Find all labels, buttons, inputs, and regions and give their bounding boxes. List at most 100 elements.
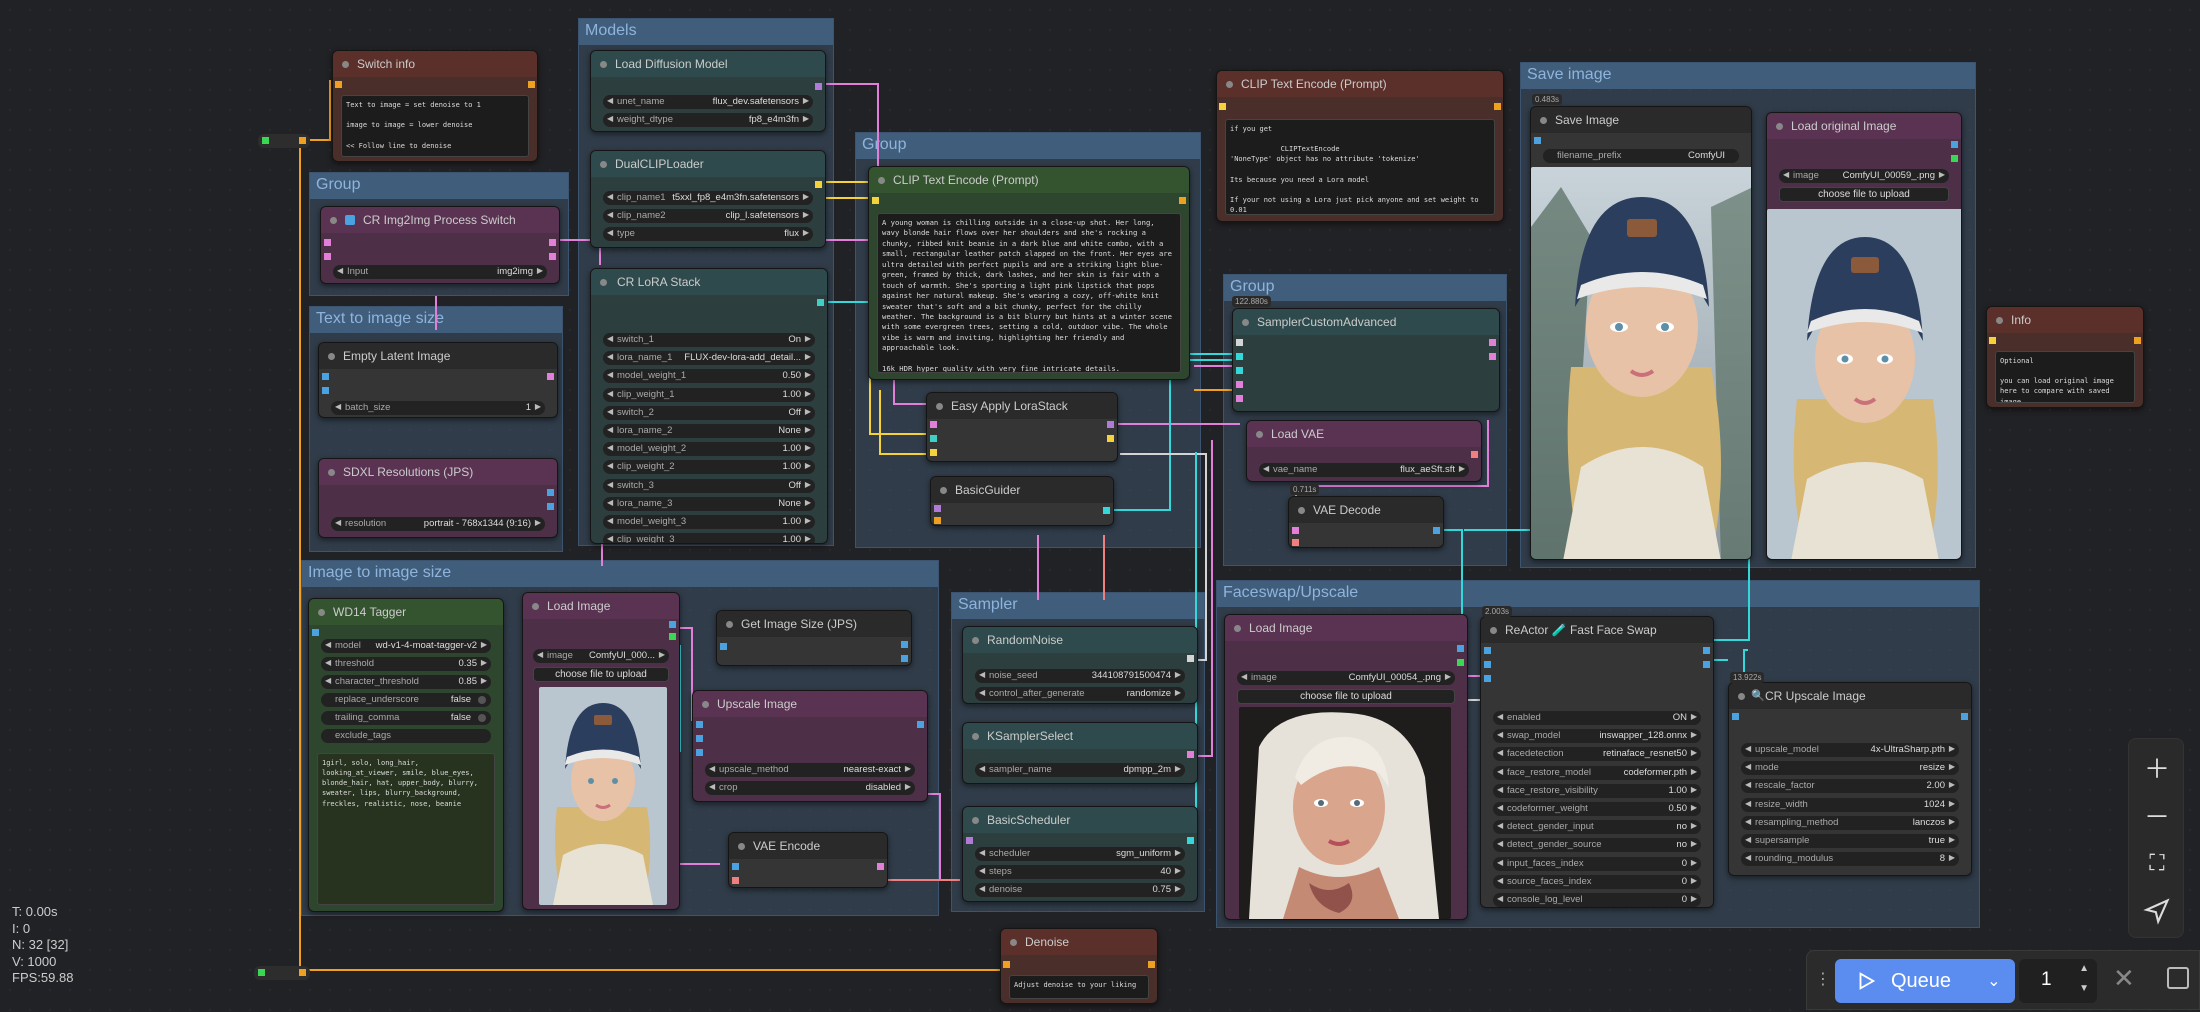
upscale-method-select[interactable]: upscale_methodnearest-exact <box>705 763 915 777</box>
node-cr-img2img-switch[interactable]: CR Img2Img Process Switch Inputimg2img <box>320 206 560 284</box>
widget-lora-name-1[interactable]: lora_name_1FLUX-dev-lora-add_detail... <box>603 351 815 366</box>
node-load-image-i2i[interactable]: Load Image imageComfyUI_000... choose fi… <box>522 592 680 910</box>
trailing-comma-toggle[interactable]: trailing_comma false <box>321 711 491 725</box>
widget-rounding-modulus[interactable]: rounding_modulus8 <box>1741 852 1959 867</box>
widget-enabled[interactable]: enabledON <box>1493 711 1701 725</box>
node-vae-encode[interactable]: VAE Encode <box>728 832 888 888</box>
tags-output[interactable]: 1girl, solo, long_hair, looking_at_viewe… <box>317 753 495 905</box>
increment-icon[interactable]: ▲ <box>2079 963 2089 974</box>
batch-size-input[interactable]: batch_size1 <box>331 401 545 415</box>
widget-model-weight-3[interactable]: model_weight_31.00 <box>603 515 815 529</box>
drag-handle[interactable]: ⋮ <box>1815 969 1831 989</box>
widget-clip-weight-2[interactable]: clip_weight_21.00 <box>603 460 815 475</box>
widget-input-faces-index[interactable]: input_faces_index0 <box>1493 856 1701 871</box>
tagger-model-select[interactable]: modelwd-v1-4-moat-tagger-v2 <box>321 639 491 653</box>
node-random-noise[interactable]: RandomNoise noise_seed344108791500474 co… <box>962 626 1198 704</box>
widget-switch-2[interactable]: switch_2Off <box>603 405 815 420</box>
widget-console-log-level[interactable]: console_log_level0 <box>1493 893 1701 907</box>
node-load-diffusion-model[interactable]: Load Diffusion Model unet_nameflux_dev.s… <box>590 50 826 132</box>
node-switch-info[interactable]: Switch info Text to image = set denoise … <box>332 50 538 162</box>
widget-mode[interactable]: moderesize <box>1741 761 1959 776</box>
node-sampler-custom-advanced[interactable]: SamplerCustomAdvanced <box>1232 308 1500 412</box>
saved-image-preview[interactable] <box>1531 167 1751 559</box>
reroute-bottom[interactable] <box>254 966 310 980</box>
node-reactor-fast-face-swap[interactable]: ReActor 🧪 Fast Face Swap enabledON swap_m… <box>1480 616 1714 908</box>
clip-type-select[interactable]: typeflux <box>603 227 813 241</box>
fit-view-button[interactable]: ⛶ <box>2129 839 2185 887</box>
widget-source-faces-index[interactable]: source_faces_index0 <box>1493 874 1701 889</box>
node-clip-note[interactable]: CLIP Text Encode (Prompt) if you get CLI… <box>1216 70 1504 222</box>
queue-button[interactable]: Queue ⌄ <box>1835 959 2015 1003</box>
reroute-top[interactable] <box>258 134 310 148</box>
replace-underscore-toggle[interactable]: replace_underscore false <box>321 693 491 707</box>
chevron-down-icon[interactable]: ⌄ <box>1987 971 2000 991</box>
node-basic-guider[interactable]: BasicGuider <box>930 476 1114 526</box>
widget-supersample[interactable]: supersampletrue <box>1741 834 1959 848</box>
node-sdxl-resolutions[interactable]: SDXL Resolutions (JPS) resolutionportrai… <box>318 458 558 538</box>
node-basic-scheduler[interactable]: BasicScheduler schedulersgm_uniform step… <box>962 806 1198 902</box>
node-empty-latent-image[interactable]: Empty Latent Image batch_size1 <box>318 342 558 418</box>
node-wd14-tagger[interactable]: WD14 Tagger modelwd-v1-4-moat-tagger-v2 … <box>308 598 504 912</box>
widget-model-weight-1[interactable]: model_weight_10.50 <box>603 369 815 384</box>
widget-lora-name-2[interactable]: lora_name_2None <box>603 424 815 438</box>
node-ksampler-select[interactable]: KSamplerSelect sampler_namedpmpp_2m <box>962 722 1198 784</box>
steps-input[interactable]: steps40 <box>975 865 1185 879</box>
denoise-input[interactable]: denoise0.75 <box>975 883 1185 897</box>
filename-prefix-input[interactable]: filename_prefix ComfyUI <box>1543 149 1739 163</box>
weight-dtype-select[interactable]: weight_dtypefp8_e4m3fn <box>603 113 813 127</box>
input-mode-select[interactable]: Inputimg2img <box>333 265 547 279</box>
scheduler-select[interactable]: schedulersgm_uniform <box>975 847 1185 861</box>
node-easy-apply-lorastack[interactable]: Easy Apply LoraStack <box>926 392 1118 462</box>
widget-face-restore-visibility[interactable]: face_restore_visibility1.00 <box>1493 783 1701 798</box>
note-text[interactable]: Text to image = set denoise to 1 image t… <box>341 95 529 157</box>
node-save-image[interactable]: Save Image filename_prefix ComfyUI <box>1530 106 1752 560</box>
vae-name-select[interactable]: vae_nameflux_aeSft.sft <box>1259 463 1469 477</box>
widget-clip-weight-3[interactable]: clip_weight_31.00 <box>603 533 815 543</box>
zoom-in-button[interactable]: ＋ <box>2129 743 2185 791</box>
clip-name2-select[interactable]: clip_name2clip_l.safetensors <box>603 209 813 223</box>
crop-select[interactable]: cropdisabled <box>705 781 915 795</box>
node-cr-lora-stack[interactable]: CR LoRA Stack switch_1On lora_name_1FLUX-… <box>590 268 828 544</box>
widget-rescale-factor[interactable]: rescale_factor2.00 <box>1741 779 1959 794</box>
note-text[interactable]: if you get CLIPTextEncode 'NoneType' obj… <box>1225 119 1495 215</box>
unet-name-select[interactable]: unet_nameflux_dev.safetensors <box>603 95 813 109</box>
node-canvas[interactable]: Models Group Group Text to image size Im… <box>0 0 2200 1012</box>
note-text[interactable]: Adjust denoise to your liking <box>1009 975 1149 999</box>
widget-upscale-model[interactable]: upscale_model4x-UltraSharp.pth <box>1741 743 1959 757</box>
resolution-select[interactable]: resolutionportrait - 768x1344 (9:16) <box>331 517 545 531</box>
widget-resize-width[interactable]: resize_width1024 <box>1741 797 1959 812</box>
node-load-original-image[interactable]: Load original Image imageComfyUI_00059_.… <box>1766 112 1962 560</box>
batch-count-input[interactable]: 1 ▲ ▼ <box>2019 959 2097 1003</box>
widget-lora-name-3[interactable]: lora_name_3None <box>603 496 815 511</box>
square-icon[interactable] <box>2167 967 2189 989</box>
widget-resampling-method[interactable]: resampling_methodlanczos <box>1741 815 1959 830</box>
node-get-image-size[interactable]: Get Image Size (JPS) <box>716 610 912 666</box>
zoom-out-button[interactable]: － <box>2129 791 2185 839</box>
clip-name1-select[interactable]: clip_name1t5xxl_fp8_e4m3fn.safetensors <box>603 191 813 205</box>
node-vae-decode[interactable]: VAE Decode <box>1288 496 1444 548</box>
decrement-icon[interactable]: ▼ <box>2079 983 2089 994</box>
node-info[interactable]: Info Optional you can load original imag… <box>1986 306 2144 408</box>
widget-facedetection[interactable]: facedetectionretinaface_resnet50 <box>1493 747 1701 762</box>
image-select[interactable]: imageComfyUI_000... <box>533 649 669 663</box>
noise-seed-input[interactable]: noise_seed344108791500474 <box>975 669 1185 683</box>
widget-codeformer-weight[interactable]: codeformer_weight0.50 <box>1493 802 1701 816</box>
node-clip-text-encode-prompt[interactable]: CLIP Text Encode (Prompt) A young woman … <box>868 166 1190 380</box>
widget-switch-1[interactable]: switch_1On <box>603 333 815 347</box>
node-denoise-note[interactable]: Denoise Adjust denoise to your liking <box>1000 928 1158 1004</box>
widget-clip-weight-1[interactable]: clip_weight_11.00 <box>603 387 815 402</box>
exclude-tags-input[interactable]: exclude_tags <box>321 729 491 743</box>
widget-face-restore-model[interactable]: face_restore_modelcodeformer.pth <box>1493 765 1701 780</box>
widget-swap-model[interactable]: swap_modelinswapper_128.onnx <box>1493 729 1701 744</box>
node-dual-clip-loader[interactable]: DualCLIPLoader clip_name1t5xxl_fp8_e4m3f… <box>590 150 826 248</box>
sampler-name-select[interactable]: sampler_namedpmpp_2m <box>975 763 1185 777</box>
node-load-image-faceswap[interactable]: Load Image imageComfyUI_00054_.png choos… <box>1224 614 1468 920</box>
node-upscale-image[interactable]: Upscale Image upscale_methodnearest-exac… <box>692 690 928 802</box>
image-select[interactable]: imageComfyUI_00054_.png <box>1237 671 1455 685</box>
close-icon[interactable]: ✕ <box>2113 963 2135 994</box>
upload-button[interactable]: choose file to upload <box>1779 187 1949 202</box>
image-select[interactable]: imageComfyUI_00059_.png <box>1779 169 1949 183</box>
node-load-vae[interactable]: Load VAE vae_nameflux_aeSft.sft <box>1246 420 1482 482</box>
locate-button[interactable] <box>2129 887 2185 935</box>
widget-model-weight-2[interactable]: model_weight_21.00 <box>603 442 815 457</box>
